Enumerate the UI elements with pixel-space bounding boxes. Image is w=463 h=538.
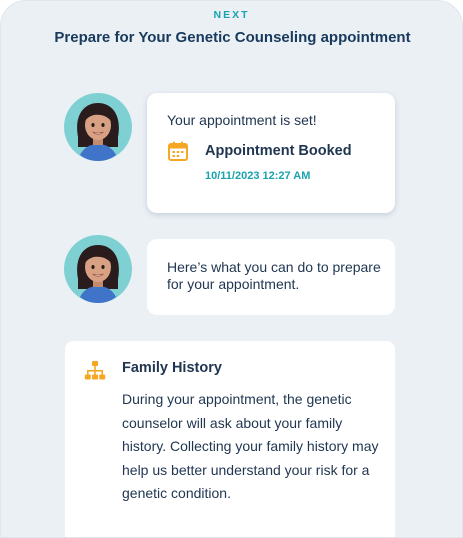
message-text: Your appointment is set!: [167, 112, 317, 128]
calendar-icon: [167, 140, 189, 162]
card-body: During your appointment, the genetic cou…: [122, 391, 379, 501]
section-eyebrow: NEXT: [213, 9, 250, 21]
page-title: Prepare for Your Genetic Counseling appo…: [54, 29, 411, 46]
event-title: Appointment Booked: [205, 143, 352, 159]
family-tree-icon: [83, 359, 107, 383]
message-bubble: Your appointment is set! Appointment Boo…: [147, 93, 395, 213]
assistant-avatar: [64, 235, 132, 303]
message-bubble: Here’s what you can do to prepare for yo…: [147, 239, 395, 315]
card-title: Family History: [122, 360, 222, 376]
assistant-avatar: [64, 93, 132, 161]
event-timestamp: 10/11/2023 12:27 AM: [205, 170, 311, 182]
message-text: Here’s what you can do to prepare for yo…: [167, 259, 381, 292]
family-history-card[interactable]: Family History During your appointment, …: [65, 341, 395, 537]
content-panel: NEXT Prepare for Your Genetic Counseling…: [0, 0, 463, 538]
